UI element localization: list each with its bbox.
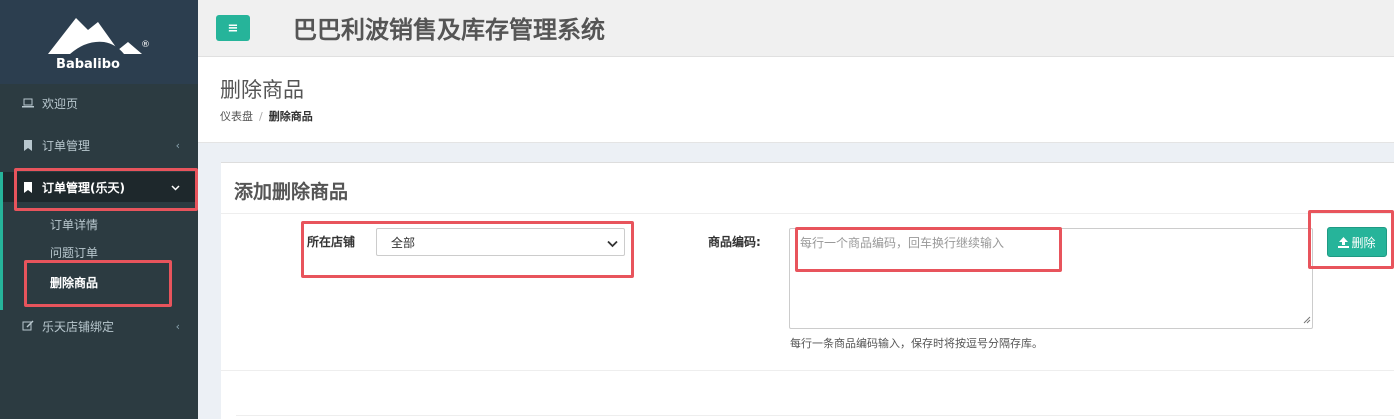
content-header: 删除商品 仪表盘 / 删除商品 [198, 57, 1394, 143]
breadcrumb: 仪表盘 / 删除商品 [220, 108, 313, 124]
brand-name: Babalibo [56, 57, 120, 72]
sidebar-item-welcome[interactable]: 欢迎页 [0, 88, 198, 118]
sidebar-item-label: 订单管理 [42, 138, 91, 153]
page-title: 删除商品 [220, 78, 304, 102]
edit-icon [22, 320, 34, 332]
divider [221, 370, 1394, 371]
textarea-placeholder: 每行一个商品编码，回车换行继续输入 [800, 236, 1005, 250]
sidebar-item-label: 订单管理(乐天) [42, 180, 125, 195]
breadcrumb-separator: / [259, 110, 263, 123]
logo[interactable]: ® Babalibo [0, 0, 198, 84]
active-indicator [0, 200, 3, 310]
sidebar-subitem-delete-products[interactable]: 删除商品 [50, 274, 98, 291]
chevron-down-icon [607, 237, 618, 251]
store-label: 所在店铺 [307, 235, 356, 249]
sidebar: ® Babalibo 欢迎页 订单管理 ‹ 订单管理(乐天) 订单详情 问题订单… [0, 0, 198, 419]
sidebar-subitem-problem-orders[interactable]: 问题订单 [50, 244, 98, 261]
divider [236, 415, 1394, 416]
help-text: 每行一条商品编码输入，保存时将按逗号分隔存库。 [790, 337, 1043, 350]
chevron-down-icon [171, 181, 180, 194]
top-header: ≡ 巴巴利波销售及库存管理系统 [198, 0, 1394, 57]
mountain-logo-icon [48, 18, 142, 54]
hamburger-icon: ≡ [227, 20, 239, 36]
store-select[interactable]: 全部 [376, 228, 625, 256]
store-select-value: 全部 [391, 235, 416, 250]
sidebar-item-store-binding[interactable]: 乐天店铺绑定 ‹ [0, 311, 198, 341]
sidebar-submenu: 订单详情 问题订单 删除商品 [0, 204, 198, 310]
sidebar-item-orders[interactable]: 订单管理 ‹ [0, 130, 198, 160]
resize-grip-icon[interactable] [1303, 313, 1311, 327]
divider [221, 213, 1394, 214]
sidebar-item-label: 乐天店铺绑定 [42, 319, 115, 334]
breadcrumb-home-link[interactable]: 仪表盘 [220, 110, 253, 123]
registered-mark: ® [141, 40, 150, 50]
upload-icon [1338, 236, 1350, 248]
box-title: 添加删除商品 [234, 181, 349, 203]
chevron-left-icon: ‹ [175, 319, 180, 333]
bookmark-icon [22, 139, 34, 151]
chevron-left-icon: ‹ [175, 138, 180, 152]
app-title: 巴巴利波销售及库存管理系统 [293, 16, 605, 44]
product-code-textarea[interactable]: 每行一个商品编码，回车换行继续输入 [789, 228, 1313, 329]
product-code-label: 商品编码: [708, 235, 761, 249]
delete-button-label: 删除 [1351, 235, 1376, 250]
menu-toggle-button[interactable]: ≡ [216, 15, 250, 41]
sidebar-item-label: 欢迎页 [42, 96, 79, 111]
breadcrumb-current: 删除商品 [268, 110, 313, 123]
laptop-icon [22, 97, 34, 109]
delete-button[interactable]: 删除 [1327, 227, 1387, 257]
bookmark-icon [22, 181, 34, 193]
sidebar-item-orders-rakuten[interactable]: 订单管理(乐天) [0, 172, 198, 202]
sidebar-subitem-order-detail[interactable]: 订单详情 [50, 216, 98, 233]
